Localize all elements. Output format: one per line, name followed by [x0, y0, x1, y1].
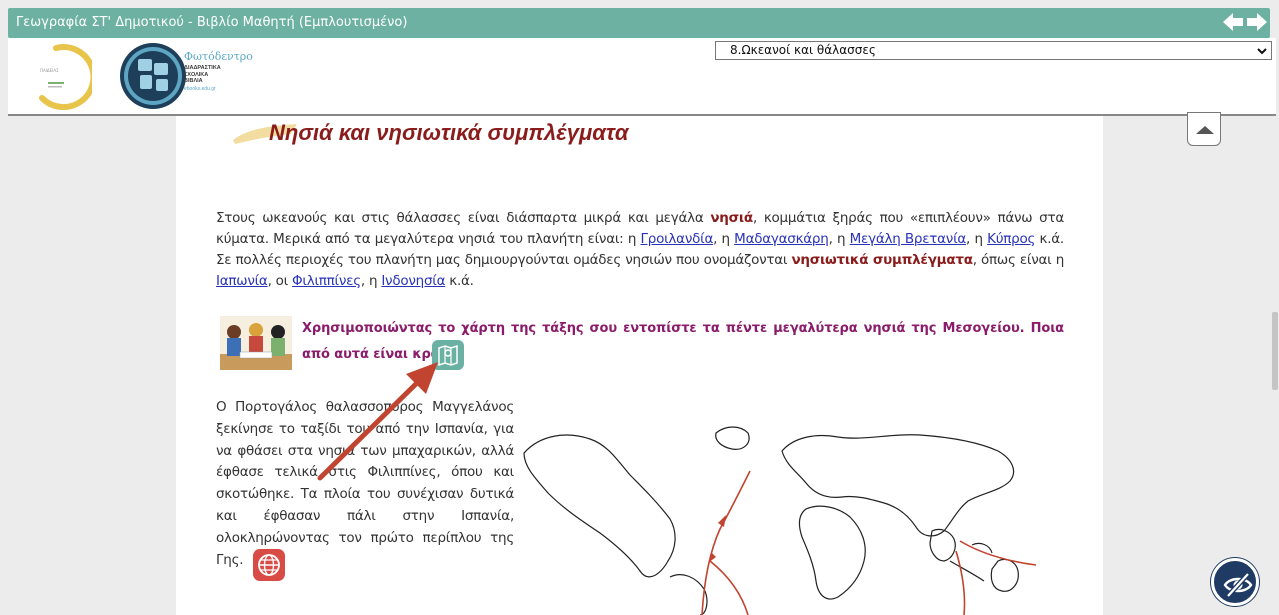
- header: ΠΑΙΔΕΙΑΣ Φωτόδεντρο ΔΙΑΔΡΑΣΤΙΚΑ ΣΧΟΛΙΚΑ …: [8, 38, 1276, 116]
- arrow-left-icon[interactable]: [1220, 9, 1246, 35]
- window-title: Γεωγραφία ΣΤ' Δημοτικού - Βιβλίο Μαθητή …: [16, 15, 408, 30]
- text-run: , η: [713, 231, 735, 247]
- globe-icon[interactable]: [253, 549, 285, 581]
- accessibility-button[interactable]: [1211, 558, 1259, 606]
- annotation-arrow: [317, 362, 438, 481]
- scroll-to-top-button[interactable]: [1187, 112, 1221, 146]
- lesson-page: Νησιά και νησιωτικά συμπλέγματα Στους ωκ…: [176, 116, 1103, 615]
- lesson-heading: Νησιά και νησιωτικά συμπλέγματα: [269, 120, 629, 145]
- photodendro-logo: [120, 43, 186, 109]
- world-map-voyage-route: [523, 426, 1037, 615]
- brand-line-1: ΔΙΑΔΡΑΣΤΙΚΑ: [184, 65, 221, 71]
- link-japan[interactable]: Ιαπωνία: [216, 273, 268, 289]
- chevron-down-icon: [1257, 48, 1267, 55]
- link-indonesia[interactable]: Ινδονησία: [381, 273, 445, 289]
- link-greenland[interactable]: Γροιλανδία: [641, 231, 714, 247]
- text-run: , η: [966, 231, 988, 247]
- brand-name: Φωτόδεντρο: [184, 50, 253, 63]
- brand-site: ebooks.edu.gr: [184, 85, 216, 92]
- svg-text:ΠΑΙΔΕΙΑΣ: ΠΑΙΔΕΙΑΣ: [40, 68, 59, 73]
- title-bar: Γεωγραφία ΣΤ' Δημοτικού - Βιβλίο Μαθητή …: [8, 8, 1270, 38]
- text-run: , όπως είναι η: [972, 252, 1065, 268]
- keyword-island-groups: νησιωτικά συμπλέγματα: [791, 252, 973, 268]
- brand-text: Φωτόδεντρο ΔΙΑΔΡΑΣΤΙΚΑ ΣΧΟΛΙΚΑ ΒΙΒΛΙΑ eb…: [184, 48, 253, 92]
- ministry-logo: ΠΑΙΔΕΙΑΣ: [39, 44, 92, 110]
- chapter-select-value: 8.Ωκεανοί και θάλασσες: [730, 43, 876, 57]
- text-run: , η: [360, 273, 382, 289]
- brand-line-3: ΒΙΒΛΙΑ: [184, 78, 203, 84]
- link-great-britain[interactable]: Μεγάλη Βρετανία: [850, 231, 967, 247]
- scrollbar[interactable]: [1272, 312, 1278, 390]
- chapter-select[interactable]: 8.Ωκεανοί και θάλασσες: [715, 41, 1272, 60]
- eye-slash-icon: [1223, 572, 1253, 598]
- text-run: κ.ά.: [445, 273, 474, 289]
- keyword-islands: νησιά: [710, 210, 753, 226]
- chevron-up-icon: [1196, 126, 1214, 134]
- students-illustration: [220, 316, 292, 370]
- arrow-right-icon[interactable]: [1244, 9, 1270, 35]
- text-run: Στους ωκεανούς και στις θάλασσες είναι δ…: [216, 210, 711, 226]
- link-madagascar[interactable]: Μαδαγασκάρη: [734, 231, 829, 247]
- link-cyprus[interactable]: Κύπρος: [987, 231, 1035, 247]
- intro-paragraph: Στους ωκεανούς και στις θάλασσες είναι δ…: [216, 208, 1064, 292]
- link-philippines[interactable]: Φιλιππίνες: [292, 273, 361, 289]
- text-run: , οι: [267, 273, 293, 289]
- text-run: , η: [828, 231, 850, 247]
